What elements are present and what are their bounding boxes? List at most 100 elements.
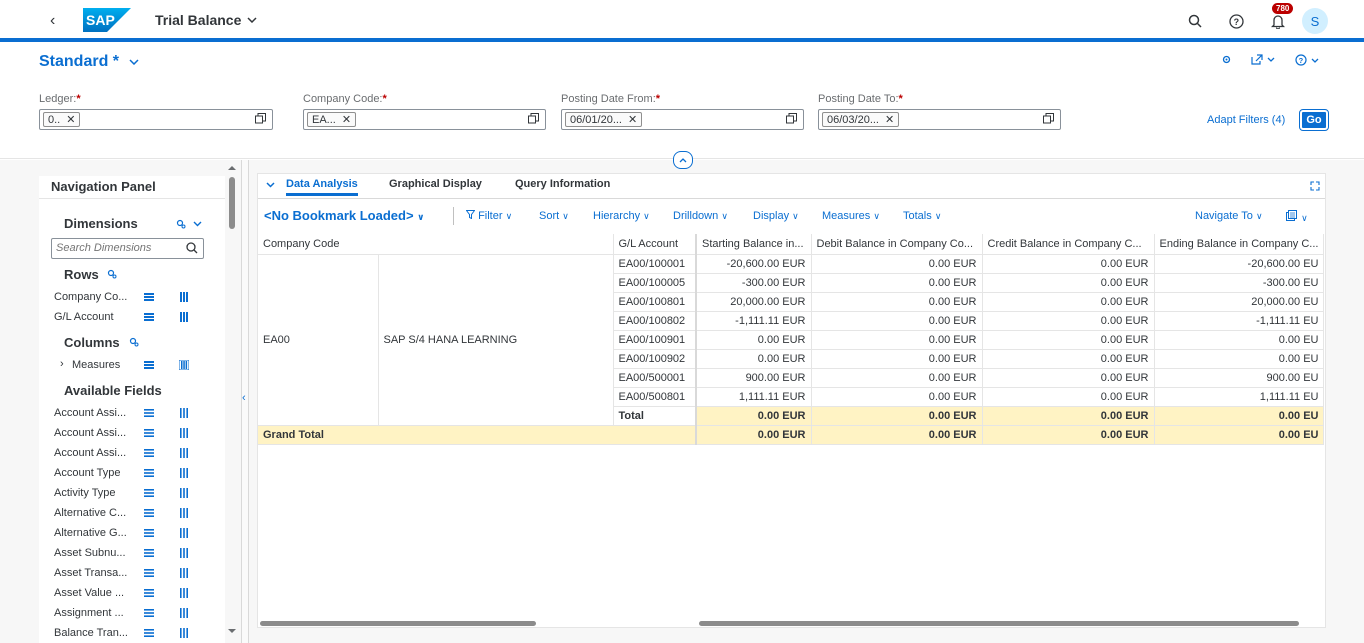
totals-button[interactable]: Totals ∨	[903, 210, 941, 222]
navigate-to-button[interactable]: Navigate To ∨	[1195, 210, 1263, 222]
move-to-rows-icon[interactable]	[144, 609, 154, 617]
tab-query-information[interactable]: Query Information	[515, 178, 610, 190]
filter-dimension-icon[interactable]	[144, 313, 154, 321]
move-to-rows-icon[interactable]	[144, 549, 154, 557]
move-to-columns-icon[interactable]	[180, 312, 188, 322]
gl-account-cell[interactable]: EA00/100001	[613, 254, 697, 274]
gl-account-cell[interactable]: EA00/500801	[613, 387, 697, 407]
nav-row-available-field[interactable]: Asset Subnu...	[54, 545, 209, 563]
gl-account-cell[interactable]: EA00/100902	[613, 349, 697, 369]
move-to-columns-icon[interactable]	[180, 408, 188, 418]
sort-button[interactable]: Sort ∨	[539, 210, 569, 222]
value-help-icon[interactable]	[1043, 113, 1054, 124]
filter-token[interactable]: 06/03/20... ✕	[822, 112, 900, 127]
hierarchy-button[interactable]: Hierarchy ∨	[593, 210, 650, 222]
fullscreen-icon[interactable]	[1310, 181, 1320, 191]
move-to-columns-icon[interactable]	[180, 428, 188, 438]
move-to-columns-icon[interactable]	[180, 508, 188, 518]
column-header[interactable]: Debit Balance in Company Co...	[811, 234, 983, 255]
token-close-icon[interactable]: ✕	[628, 113, 637, 126]
column-header[interactable]: G/L Account	[613, 234, 697, 255]
nav-row-available-field[interactable]: Account Assi...	[54, 405, 209, 423]
nav-row-available-field[interactable]: Account Assi...	[54, 445, 209, 463]
drilldown-button[interactable]: Drilldown ∨	[673, 210, 728, 222]
search-icon[interactable]	[1184, 10, 1206, 32]
settings-icon[interactable]	[1221, 54, 1232, 65]
value-help-icon[interactable]	[255, 113, 266, 124]
scroll-down-icon[interactable]	[227, 628, 237, 634]
search-icon[interactable]	[186, 242, 198, 254]
tab-graphical-display[interactable]: Graphical Display	[389, 178, 482, 190]
value-help-icon[interactable]	[528, 113, 539, 124]
nav-row-available-field[interactable]: Account Assi...	[54, 425, 209, 443]
filter-button[interactable]: Filter ∨	[465, 210, 512, 222]
dimension-settings-icon[interactable]	[176, 219, 186, 229]
move-to-rows-icon[interactable]	[144, 629, 154, 637]
display-button[interactable]: Display ∨	[753, 210, 799, 222]
value-help-icon[interactable]	[786, 113, 797, 124]
collapse-panel-icon[interactable]: ‹	[242, 392, 246, 404]
nav-row-available-field[interactable]: Balance Tran...	[54, 625, 209, 643]
bookmark-selector[interactable]: <No Bookmark Loaded> ∨	[264, 208, 424, 223]
move-to-rows-icon[interactable]	[144, 529, 154, 537]
help-menu-icon[interactable]: ?	[1295, 54, 1319, 66]
move-to-columns-icon[interactable]	[180, 568, 188, 578]
move-to-columns-icon[interactable]	[180, 628, 188, 638]
tab-data-analysis[interactable]: Data Analysis	[286, 178, 358, 196]
sap-logo[interactable]: SAP	[83, 8, 131, 32]
column-header[interactable]: Company Code	[258, 234, 614, 255]
move-to-rows-icon[interactable]	[144, 409, 154, 417]
horizontal-scrollbar[interactable]	[258, 620, 1325, 627]
move-to-columns-icon[interactable]	[180, 292, 188, 302]
columns-settings-icon[interactable]	[129, 337, 139, 347]
move-to-columns-icon[interactable]	[180, 468, 188, 478]
gl-account-cell[interactable]: EA00/500001	[613, 368, 697, 388]
posting-date-from-input[interactable]: 06/01/20... ✕	[561, 109, 804, 130]
gl-account-cell[interactable]: EA00/100901	[613, 330, 697, 350]
company-code-input[interactable]: EA... ✕	[303, 109, 546, 130]
measures-button[interactable]: Measures ∨	[822, 210, 880, 222]
scrollbar-thumb[interactable]	[699, 621, 1299, 626]
nav-row-available-field[interactable]: Alternative G...	[54, 525, 209, 543]
nav-row-available-field[interactable]: Asset Transa...	[54, 565, 209, 583]
filter-token[interactable]: 06/01/20... ✕	[565, 112, 643, 127]
move-to-columns-icon[interactable]	[180, 588, 188, 598]
app-title-menu[interactable]: Trial Balance	[155, 12, 257, 28]
export-menu-button[interactable]: ∨	[1286, 210, 1308, 224]
scroll-up-icon[interactable]	[227, 165, 237, 171]
panel-splitter[interactable]: ‹	[241, 160, 249, 643]
move-to-rows-icon[interactable]	[144, 429, 154, 437]
token-close-icon[interactable]: ✕	[342, 113, 351, 126]
go-button[interactable]: Go	[1299, 109, 1329, 131]
column-header[interactable]: Credit Balance in Company C...	[982, 234, 1155, 255]
nav-row-available-field[interactable]: Asset Value ...	[54, 585, 209, 603]
move-to-columns-icon[interactable]	[180, 488, 188, 498]
move-to-columns-icon[interactable]	[180, 448, 188, 458]
nav-row-dimension[interactable]: G/L Account	[54, 309, 209, 327]
posting-date-to-input[interactable]: 06/03/20... ✕	[818, 109, 1061, 130]
avatar[interactable]: S	[1302, 8, 1328, 34]
move-to-rows-icon[interactable]	[144, 449, 154, 457]
share-icon[interactable]	[1251, 54, 1275, 65]
nav-row-dimension[interactable]: Company Co...	[54, 289, 209, 307]
filter-dimension-icon[interactable]	[144, 361, 154, 369]
move-to-columns-icon[interactable]	[180, 528, 188, 538]
gl-account-cell[interactable]: EA00/100801	[613, 292, 697, 312]
token-close-icon[interactable]: ✕	[66, 113, 75, 126]
gl-account-cell[interactable]: EA00/100802	[613, 311, 697, 331]
move-to-rows-icon[interactable]	[144, 469, 154, 477]
chevron-down-icon[interactable]	[193, 221, 202, 227]
collapse-header-button[interactable]	[673, 151, 693, 169]
scrollbar-thumb[interactable]	[229, 177, 235, 229]
token-close-icon[interactable]: ✕	[885, 113, 894, 126]
filter-dimension-icon[interactable]	[144, 293, 154, 301]
move-to-rows-icon[interactable]	[144, 569, 154, 577]
column-header[interactable]: Starting Balance in...	[696, 234, 812, 255]
back-icon[interactable]: ‹	[50, 12, 55, 30]
rows-settings-icon[interactable]	[107, 269, 117, 279]
chevron-down-icon[interactable]	[266, 182, 275, 188]
move-to-columns-icon[interactable]	[180, 608, 188, 618]
search-dimensions-field[interactable]	[51, 238, 204, 259]
nav-row-available-field[interactable]: Alternative C...	[54, 505, 209, 523]
adapt-filters-button[interactable]: Adapt Filters (4)	[1207, 114, 1285, 126]
